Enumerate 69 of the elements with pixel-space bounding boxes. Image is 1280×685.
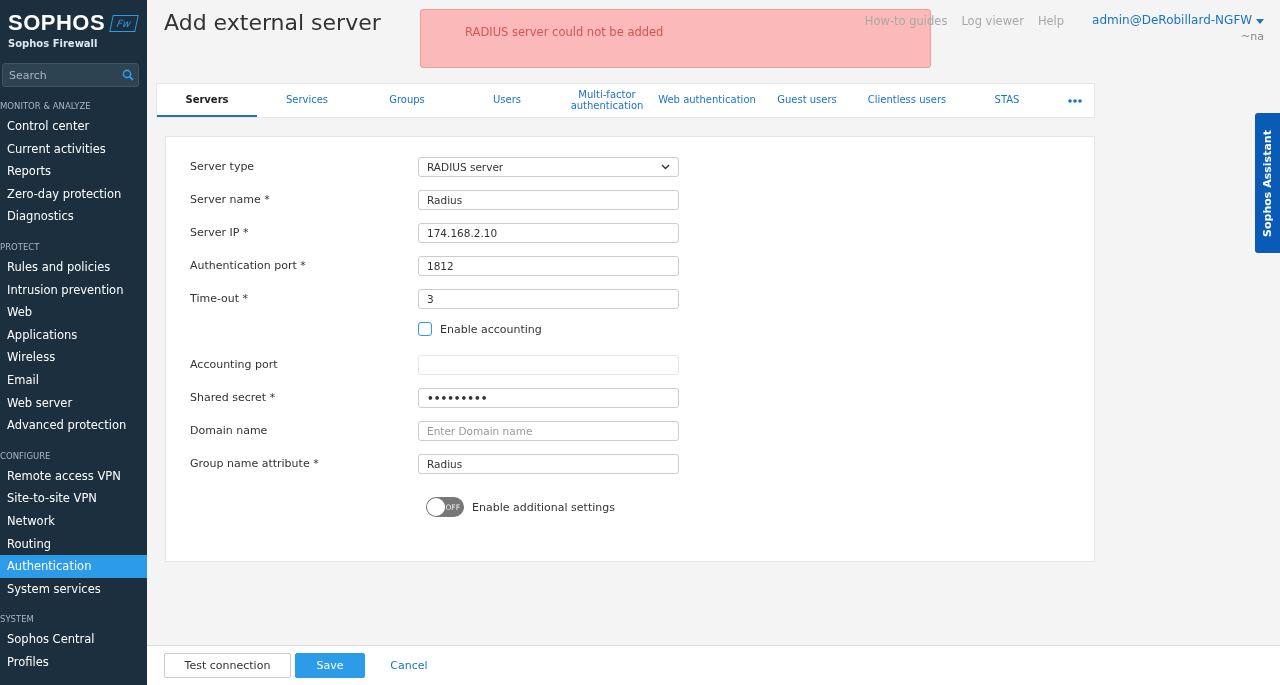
sidebar-item[interactable]: Intrusion prevention [0,278,147,302]
tab[interactable]: STAS [957,84,1057,117]
sidebar-item[interactable]: Control center [0,115,147,138]
input-field[interactable]: Radius [418,190,679,210]
sidebar-item[interactable]: System services [0,577,147,601]
sidebar-item[interactable]: Wireless [0,346,147,369]
sidebar-item[interactable]: Profiles [0,650,147,674]
sidebar-item[interactable]: Zero-day protection [0,182,147,206]
field-label: Server type [190,160,256,173]
cancel-link[interactable]: Cancel [369,653,449,678]
section-heading: PROTECT [0,241,41,252]
test-connection-button[interactable]: Test connection [164,653,291,678]
tab[interactable]: Guest users [757,84,857,117]
user-subtitle: ~na [1241,30,1264,43]
product-badge: Fw [109,14,139,32]
input-field[interactable]: Radius [418,454,679,474]
field-label: Domain name [190,424,269,437]
sidebar-item[interactable]: Web server [0,391,147,415]
section-heading: MONITOR & ANALYZE [0,101,92,111]
product-name: Sophos Firewall [8,38,99,49]
search-field[interactable]: Search [2,63,139,87]
sidebar-item[interactable]: Sophos Central [0,628,147,651]
input-field[interactable]: 1812 [418,256,679,276]
caret-icon [1256,19,1264,24]
assistant-tab[interactable]: Sophos Assistant [1255,113,1280,253]
tab[interactable]: Web authentication [657,84,757,117]
sophos-logo: SOPHOS [8,10,106,36]
section-heading: CONFIGURE [0,450,52,461]
sidebar-item[interactable]: Applications [0,323,147,347]
checkbox-label: Enable accounting [440,322,542,336]
tab[interactable]: Servers [157,84,257,117]
sidebar-item[interactable]: Advanced protection [0,414,147,437]
field-label: Server name * [190,193,271,206]
input-field[interactable]: ••••••••• [418,388,679,408]
server-type-select[interactable]: RADIUS server [418,157,679,177]
input-field[interactable]: 174.168.2.10 [418,223,679,243]
field-label: Shared secret * [190,391,277,404]
search-icon [122,69,134,81]
page-title: Add external server [164,10,381,37]
field-label: Authentication port * [190,259,307,272]
tab[interactable]: Users [457,84,557,117]
toggle-label: Enable additional settings [472,500,615,514]
user-menu[interactable]: admin@DeRobillard-NGFW [1092,13,1264,27]
tab[interactable]: Groups [357,84,457,117]
field-label: Time-out * [190,292,250,305]
sidebar-item[interactable]: Reports [0,160,147,183]
section-heading: SYSTEM [0,614,35,625]
tab[interactable]: Clientless users [857,84,957,117]
tab[interactable]: Services [257,84,357,117]
chevron-icon [661,164,670,170]
sidebar-item[interactable]: Rules and policies [0,255,147,279]
sidebar-item[interactable]: Site-to-site VPN [0,487,147,510]
sidebar-item[interactable]: Network [0,509,147,533]
sidebar-item[interactable]: Remote access VPN [0,464,147,488]
field-label: Accounting port [190,358,279,371]
sidebar-item[interactable]: Diagnostics [0,205,147,228]
error-message: RADIUS server could not be added [465,25,664,39]
field-label: Server IP * [190,226,250,239]
input-field[interactable]: 3 [418,289,679,309]
sidebar-item[interactable]: Routing [0,532,147,556]
search-input[interactable]: Search [7,67,122,83]
sidebar-item[interactable]: Email [0,368,147,392]
field-label: Group name attribute * [190,457,320,470]
input-field[interactable]: Enter Domain name [418,421,679,441]
more-icon[interactable] [1068,98,1082,103]
tab[interactable]: Multi-factor authentication [557,84,657,117]
sidebar-item[interactable]: Current activities [0,137,147,161]
sidebar-item[interactable]: Web [0,301,147,324]
checkbox[interactable] [418,322,432,336]
